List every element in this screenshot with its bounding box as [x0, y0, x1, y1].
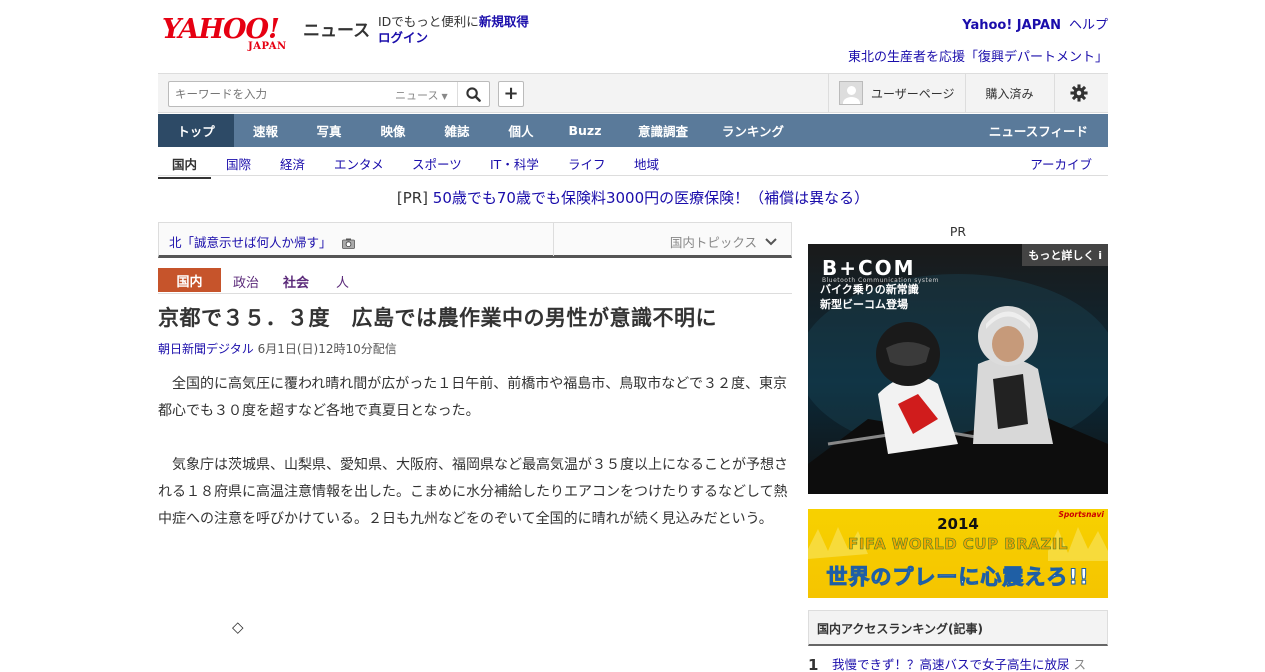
- topics-dropdown[interactable]: 国内トピックス: [670, 232, 777, 251]
- search-icon: [466, 86, 481, 102]
- caret-down-icon: ▼: [441, 92, 448, 101]
- pr-banner[interactable]: [PR] 50歳でも70歳でも保険料3000円の医療保険！（補償は異なる）: [158, 187, 1108, 207]
- topic-bar: 北「誠意示せば何人か帰す」 国内トピックス: [158, 222, 792, 258]
- category-tabs: 国内 政治 社会 人: [158, 268, 792, 294]
- article-source[interactable]: 朝日新聞デジタル: [158, 342, 254, 356]
- ad1-more-button[interactable]: もっと詳しく i: [1022, 244, 1108, 266]
- article-paragraph: 気象庁は茨城県、山梨県、愛知県、大阪府、福岡県など最高気温が３５度以上になること…: [158, 457, 788, 527]
- ad2-year: 2014: [937, 515, 979, 533]
- nav-video[interactable]: 映像: [361, 114, 425, 147]
- section-diamond: ◇: [232, 618, 244, 636]
- search-button[interactable]: [457, 82, 489, 106]
- article-headline: 京都で３５．３度 広島では農作業中の男性が意識不明に: [158, 306, 717, 330]
- site-header: YAHOO! JAPAN ニュース IDでもっと便利に新規取得 ログイン Yah…: [158, 10, 1108, 65]
- nav-breaking[interactable]: 速報: [234, 114, 297, 147]
- subnav-international[interactable]: 国際: [226, 154, 251, 173]
- user-page-link[interactable]: ユーザーページ: [828, 74, 965, 112]
- subnav-domestic[interactable]: 国内: [158, 154, 212, 179]
- ranking-title: 我慢できず！？高速バスで女子高生に放尿: [832, 657, 1070, 672]
- camera-icon: [341, 238, 355, 249]
- ranking-number: 1: [808, 656, 819, 672]
- chevron-down-icon: [765, 237, 777, 245]
- nav-ranking[interactable]: ランキング: [709, 114, 797, 147]
- category-people[interactable]: 人: [336, 272, 349, 291]
- topic-link[interactable]: 北「誠意示せば何人か帰す」: [169, 232, 355, 251]
- yahoo-logo[interactable]: YAHOO! JAPAN: [162, 14, 302, 58]
- help-link[interactable]: ヘルプ: [1069, 18, 1108, 33]
- category-society[interactable]: 社会: [283, 272, 309, 291]
- user-area: ユーザーページ 購入済み: [828, 74, 1104, 112]
- ad1-copy: バイク乗りの新常識 新型ビーコム登場: [820, 282, 919, 312]
- ad1-copy-line1: バイク乗りの新常識: [820, 283, 919, 296]
- yahoo-japan-link[interactable]: Yahoo! JAPAN: [962, 18, 1061, 33]
- ranking-trail: ス: [1073, 657, 1087, 672]
- nav-photos[interactable]: 写真: [297, 114, 361, 147]
- settings-button[interactable]: [1053, 74, 1104, 112]
- worldcup-ad[interactable]: Sportsnavi 2014 FIFA WORLD CUP BRAZIL 世界…: [808, 509, 1108, 598]
- subnav-sports[interactable]: スポーツ: [412, 154, 462, 173]
- header-links: Yahoo! JAPAN ヘルプ 東北の生産者を応援「復興デパートメント」: [848, 14, 1108, 65]
- main-nav: トップ 速報 写真 映像 雑誌 個人 Buzz 意識調査 ランキング ニュースフ…: [158, 114, 1108, 147]
- sidebar-pr-label: PR: [949, 224, 967, 239]
- subnav-economy[interactable]: 経済: [280, 154, 305, 173]
- nav-newsfeed[interactable]: ニュースフィード: [989, 114, 1088, 147]
- ranking-item[interactable]: 1 我慢できず！？高速バスで女子高生に放尿 ス: [808, 654, 1108, 672]
- add-button[interactable]: +: [498, 81, 524, 107]
- nav-magazine[interactable]: 雑誌: [425, 114, 489, 147]
- purchased-link[interactable]: 購入済み: [964, 74, 1054, 112]
- nav-survey[interactable]: 意識調査: [617, 114, 709, 147]
- logo-japan: JAPAN: [248, 41, 287, 52]
- subnav-entertainment[interactable]: エンタメ: [334, 154, 384, 173]
- category-politics[interactable]: 政治: [233, 272, 259, 291]
- id-block: IDでもっと便利に新規取得 ログイン: [378, 14, 529, 46]
- search-input[interactable]: [169, 82, 389, 106]
- signup-link[interactable]: 新規取得: [479, 14, 529, 29]
- gear-icon: [1070, 84, 1088, 102]
- divider: [553, 223, 554, 256]
- subnav-archive[interactable]: アーカイブ: [1030, 154, 1092, 173]
- ranking-title-wrap: 我慢できず！？高速バスで女子高生に放尿 ス: [832, 654, 1086, 672]
- promo-link[interactable]: 東北の生産者を応援「復興デパートメント」: [848, 46, 1108, 65]
- ranking-header: 国内アクセスランキング(記事): [808, 610, 1108, 646]
- topic-title: 北「誠意示せば何人か帰す」: [169, 235, 332, 250]
- search-scope-label: ニュース: [395, 89, 439, 102]
- search-scope-select[interactable]: ニュース ▼: [395, 87, 448, 103]
- ad1-copy-line2: 新型ビーコム登場: [820, 298, 908, 311]
- article-body: 全国的に高気圧に覆われ晴れ間が広がった１日午前、前橋市や福島市、鳥取市などで３２…: [158, 371, 792, 533]
- topics-dropdown-label: 国内トピックス: [669, 235, 757, 250]
- login-link[interactable]: ログイン: [378, 30, 428, 45]
- plus-icon: +: [503, 83, 519, 104]
- nav-buzz[interactable]: Buzz: [553, 114, 617, 147]
- ad2-copy: 世界のプレーに心震えろ!!: [826, 565, 1090, 590]
- search-box: ニュース▼: [168, 81, 490, 107]
- nav-individual[interactable]: 個人: [489, 114, 553, 147]
- bcom-ad[interactable]: B+COM Bluetooth Communication system バイク…: [808, 244, 1108, 494]
- pr-text: 50歳でも70歳でも保険料3000円の医療保険！（補償は異なる）: [432, 189, 870, 207]
- id-prompt: IDでもっと便利に: [378, 14, 479, 29]
- user-page-label: ユーザーページ: [871, 86, 955, 101]
- ad1-more-label: もっと詳しく: [1028, 249, 1095, 262]
- ad2-title: FIFA WORLD CUP BRAZIL: [848, 535, 1068, 554]
- pr-tag: [PR]: [396, 189, 429, 207]
- search-bar: ニュース▼ + ユーザーページ 購入済み: [158, 73, 1108, 113]
- avatar: [839, 81, 863, 105]
- article-paragraph: 全国的に高気圧に覆われ晴れ間が広がった１日午前、前橋市や福島市、鳥取市などで３２…: [158, 376, 788, 419]
- info-icon: i: [1094, 249, 1102, 262]
- article-date: 6月1日(日)12時10分配信: [257, 342, 397, 356]
- subnav-life[interactable]: ライフ: [568, 154, 606, 173]
- subnav-region[interactable]: 地域: [634, 154, 659, 173]
- service-name[interactable]: ニュース: [303, 16, 370, 41]
- nav-top[interactable]: トップ: [158, 114, 234, 147]
- article-meta: 朝日新聞デジタル 6月1日(日)12時10分配信: [158, 340, 792, 357]
- purchased-label: 購入済み: [985, 86, 1034, 101]
- sub-nav: 国内 国際 経済 エンタメ スポーツ IT・科学 ライフ 地域 アーカイブ: [158, 150, 1108, 179]
- category-active[interactable]: 国内: [158, 268, 221, 292]
- article: 京都で３５．３度 広島では農作業中の男性が意識不明に 朝日新聞デジタル 6月1日…: [158, 302, 792, 560]
- subnav-it-science[interactable]: IT・科学: [490, 154, 539, 173]
